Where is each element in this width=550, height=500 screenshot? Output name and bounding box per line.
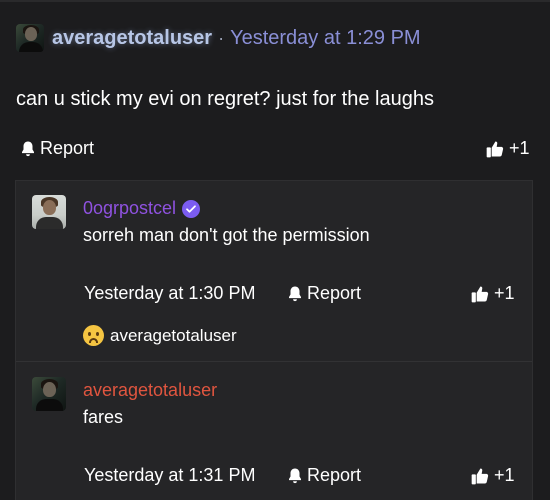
- post-header: averagetotaluser · Yesterday at 1:29 PM: [16, 23, 421, 53]
- report-button[interactable]: Report: [286, 283, 361, 304]
- reply-report-row: Report: [286, 465, 361, 486]
- like-button[interactable]: +1: [485, 138, 530, 159]
- like-count: +1: [509, 138, 530, 158]
- like-count: +1: [494, 283, 515, 303]
- reply-author-row: averagetotaluser: [83, 380, 217, 401]
- reply-divider: [16, 361, 532, 362]
- top-divider: [0, 0, 550, 2]
- bell-icon: [289, 468, 301, 483]
- bell-icon: [289, 286, 301, 301]
- sad-face-icon: [83, 325, 104, 346]
- reply-report-row: Report: [286, 283, 361, 304]
- bell-icon: [22, 141, 34, 156]
- avatar[interactable]: [16, 24, 44, 52]
- report-label: Report: [307, 465, 362, 485]
- reaction-user: averagetotaluser: [110, 325, 237, 345]
- post-author[interactable]: averagetotaluser: [52, 27, 212, 50]
- report-button[interactable]: Report: [19, 138, 94, 159]
- like-button[interactable]: +1: [470, 465, 515, 486]
- like-button[interactable]: +1: [470, 283, 515, 304]
- reply-like-row: +1: [470, 465, 515, 486]
- like-count: +1: [494, 465, 515, 485]
- reply-author[interactable]: averagetotaluser: [83, 380, 217, 401]
- verified-badge-icon: [182, 199, 201, 218]
- report-label: Report: [40, 138, 95, 158]
- reply-author[interactable]: 0ogrpostcel: [83, 198, 176, 219]
- reply-text: fares: [83, 407, 124, 427]
- post-body: can u stick my evi on regret? just for t…: [16, 88, 434, 110]
- report-button[interactable]: Report: [286, 465, 361, 486]
- reply-avatar[interactable]: [32, 377, 66, 411]
- reaction-chip[interactable]: averagetotaluser: [83, 325, 237, 346]
- reply-actions: Yesterday at 1:30 PM: [84, 283, 255, 304]
- thumbs-up-icon: [486, 141, 504, 157]
- report-label: Report: [307, 283, 362, 303]
- reply-text: sorreh man don't got the permission: [83, 225, 370, 245]
- reply-actions: Yesterday at 1:31 PM: [84, 465, 255, 486]
- post-actions: Report: [19, 138, 94, 159]
- thumbs-up-icon: [471, 468, 489, 484]
- reply-author-row: 0ogrpostcel: [83, 198, 201, 219]
- reply-thread: 0ogrpostcel sorreh man don't got the per…: [15, 180, 533, 500]
- reply-timestamp: Yesterday at 1:31 PM: [84, 465, 256, 485]
- thumbs-up-icon: [471, 286, 489, 302]
- reply-timestamp: Yesterday at 1:30 PM: [84, 283, 256, 303]
- separator-dot: ·: [218, 27, 225, 48]
- reply-avatar[interactable]: [32, 195, 66, 229]
- post-timestamp: Yesterday at 1:29 PM: [230, 26, 421, 49]
- reply-like-row: +1: [470, 283, 515, 304]
- post-like-row: +1: [485, 138, 530, 159]
